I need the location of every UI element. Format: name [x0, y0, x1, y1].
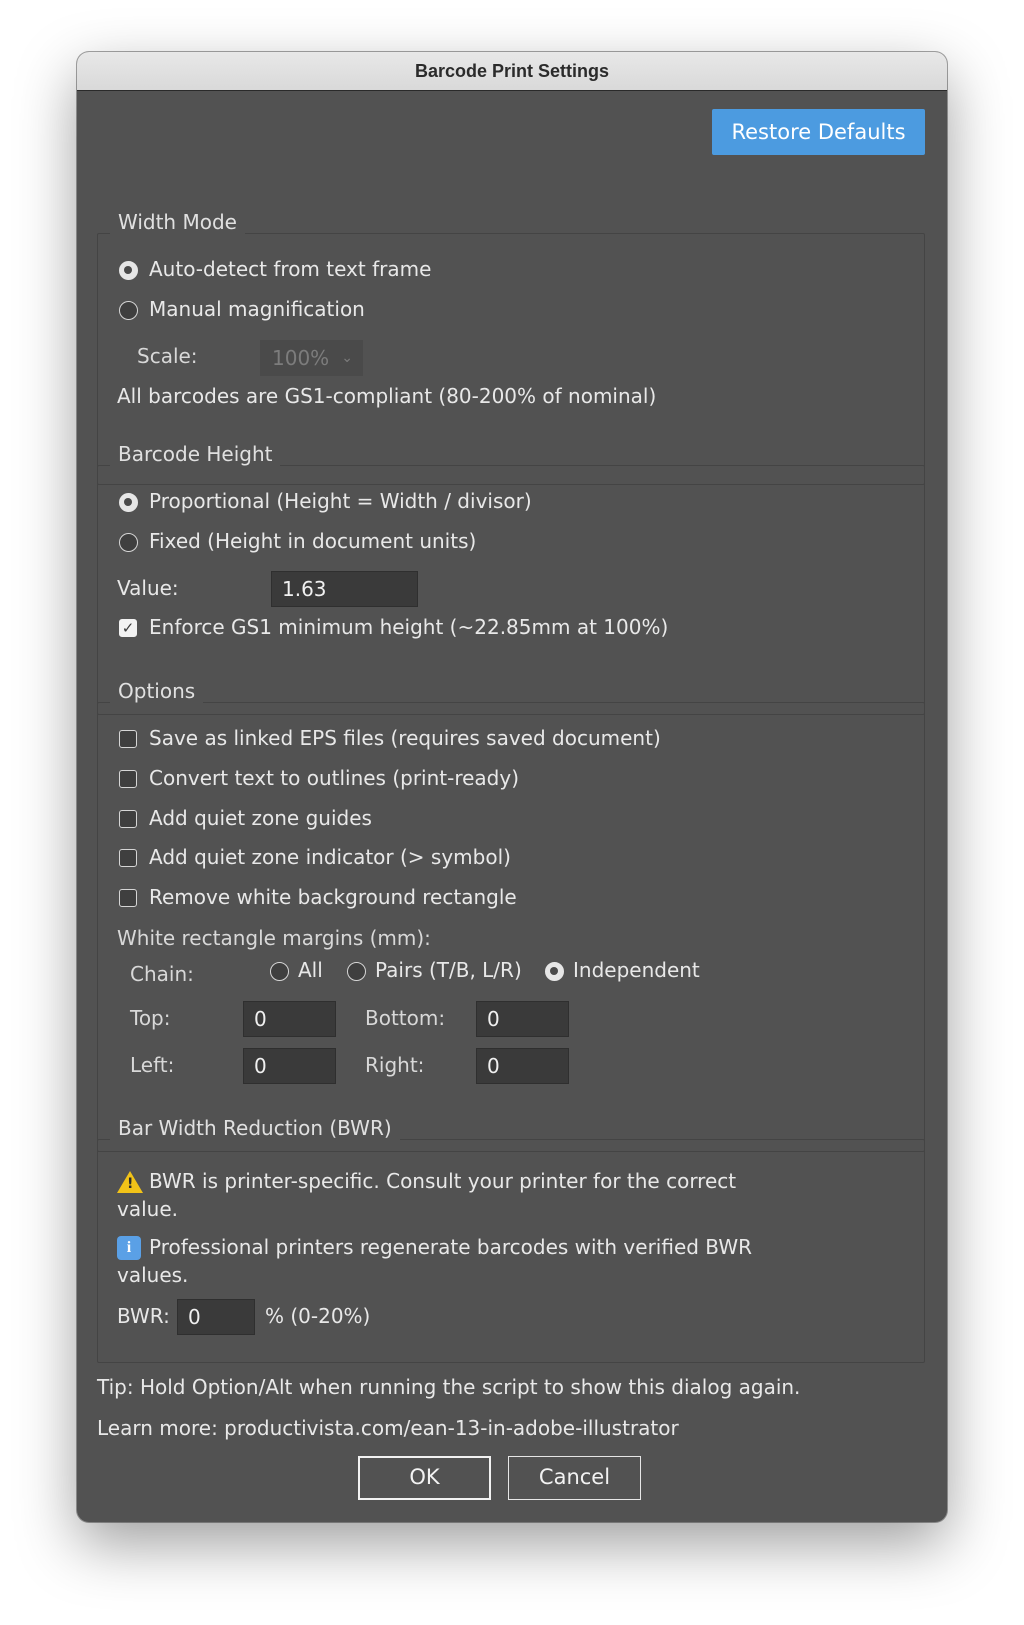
- height-value-input[interactable]: 1.63: [271, 571, 418, 607]
- chain-independent-radio[interactable]: [545, 962, 564, 981]
- width-mode-legend: Width Mode: [110, 208, 245, 236]
- remove-white-bg-label[interactable]: Remove white background rectangle: [149, 885, 517, 909]
- options-legend: Options: [110, 677, 204, 705]
- left-margin-input[interactable]: 0: [243, 1048, 336, 1084]
- dialog-content: Restore Defaults Width Mode Auto-detect …: [77, 91, 947, 1522]
- proportional-radio[interactable]: [119, 493, 138, 512]
- value-label: Value:: [117, 576, 179, 600]
- chain-pairs-radio[interactable]: [347, 962, 366, 981]
- remove-white-bg-checkbox[interactable]: [119, 889, 137, 907]
- cancel-button[interactable]: Cancel: [508, 1456, 641, 1500]
- chain-label: Chain:: [130, 962, 194, 986]
- restore-defaults-button[interactable]: Restore Defaults: [712, 109, 925, 155]
- chain-pairs-label[interactable]: Pairs (T/B, L/R): [375, 958, 522, 982]
- width-mode-note: All barcodes are GS1-compliant (80-200% …: [117, 384, 657, 408]
- bwr-info-line1: Professional printers regenerate barcode…: [149, 1235, 752, 1259]
- right-margin-input[interactable]: 0: [476, 1048, 569, 1084]
- auto-detect-label[interactable]: Auto-detect from text frame: [149, 257, 431, 281]
- quiet-zone-guides-checkbox[interactable]: [119, 810, 137, 828]
- manual-magnification-radio[interactable]: [119, 301, 138, 320]
- scale-select: 100% ⌄: [260, 340, 363, 376]
- chain-all-label[interactable]: All: [298, 958, 323, 982]
- linked-eps-label[interactable]: Save as linked EPS files (requires saved…: [149, 726, 661, 750]
- chain-all-radio[interactable]: [270, 962, 289, 981]
- bwr-warning-line1: BWR is printer-specific. Consult your pr…: [149, 1169, 737, 1193]
- margins-label: White rectangle margins (mm):: [117, 926, 431, 950]
- bottom-margin-label: Bottom:: [365, 1006, 446, 1030]
- chevron-down-icon: ⌄: [341, 350, 353, 366]
- fixed-label[interactable]: Fixed (Height in document units): [149, 529, 476, 553]
- bwr-info-line2: values.: [117, 1263, 189, 1287]
- scale-label: Scale:: [137, 344, 198, 368]
- enforce-gs1-label[interactable]: Enforce GS1 minimum height (~22.85mm at …: [149, 615, 668, 639]
- bwr-legend: Bar Width Reduction (BWR): [110, 1114, 400, 1142]
- left-margin-label: Left:: [130, 1053, 175, 1077]
- manual-magnification-label[interactable]: Manual magnification: [149, 297, 365, 321]
- info-icon: i: [117, 1236, 141, 1260]
- warning-icon: !: [117, 1171, 143, 1193]
- linked-eps-checkbox[interactable]: [119, 730, 137, 748]
- enforce-gs1-checkbox[interactable]: ✓: [119, 619, 137, 637]
- quiet-zone-indicator-label[interactable]: Add quiet zone indicator (> symbol): [149, 845, 511, 869]
- learn-more-link[interactable]: Learn more: productivista.com/ean-13-in-…: [97, 1416, 679, 1440]
- bwr-input[interactable]: 0: [177, 1299, 255, 1335]
- fixed-radio[interactable]: [119, 533, 138, 552]
- bwr-label: BWR:: [117, 1304, 170, 1328]
- top-margin-label: Top:: [130, 1006, 171, 1030]
- chain-independent-label[interactable]: Independent: [573, 958, 700, 982]
- bottom-margin-input[interactable]: 0: [476, 1001, 569, 1037]
- auto-detect-radio[interactable]: [119, 261, 138, 280]
- barcode-height-legend: Barcode Height: [110, 440, 281, 468]
- dialog-window: Barcode Print Settings Restore Defaults …: [77, 52, 947, 1522]
- scale-value: 100%: [272, 346, 330, 370]
- bwr-range: % (0-20%): [265, 1304, 371, 1328]
- tip-text: Tip: Hold Option/Alt when running the sc…: [97, 1375, 801, 1399]
- right-margin-label: Right:: [365, 1053, 425, 1077]
- checkmark-icon: ✓: [121, 619, 135, 637]
- proportional-label[interactable]: Proportional (Height = Width / divisor): [149, 489, 532, 513]
- top-margin-input[interactable]: 0: [243, 1001, 336, 1037]
- quiet-zone-indicator-checkbox[interactable]: [119, 849, 137, 867]
- convert-outlines-label[interactable]: Convert text to outlines (print-ready): [149, 766, 519, 790]
- convert-outlines-checkbox[interactable]: [119, 770, 137, 788]
- quiet-zone-guides-label[interactable]: Add quiet zone guides: [149, 806, 372, 830]
- ok-button[interactable]: OK: [358, 1456, 491, 1500]
- bwr-warning-line2: value.: [117, 1197, 178, 1221]
- window-title: Barcode Print Settings: [77, 52, 947, 91]
